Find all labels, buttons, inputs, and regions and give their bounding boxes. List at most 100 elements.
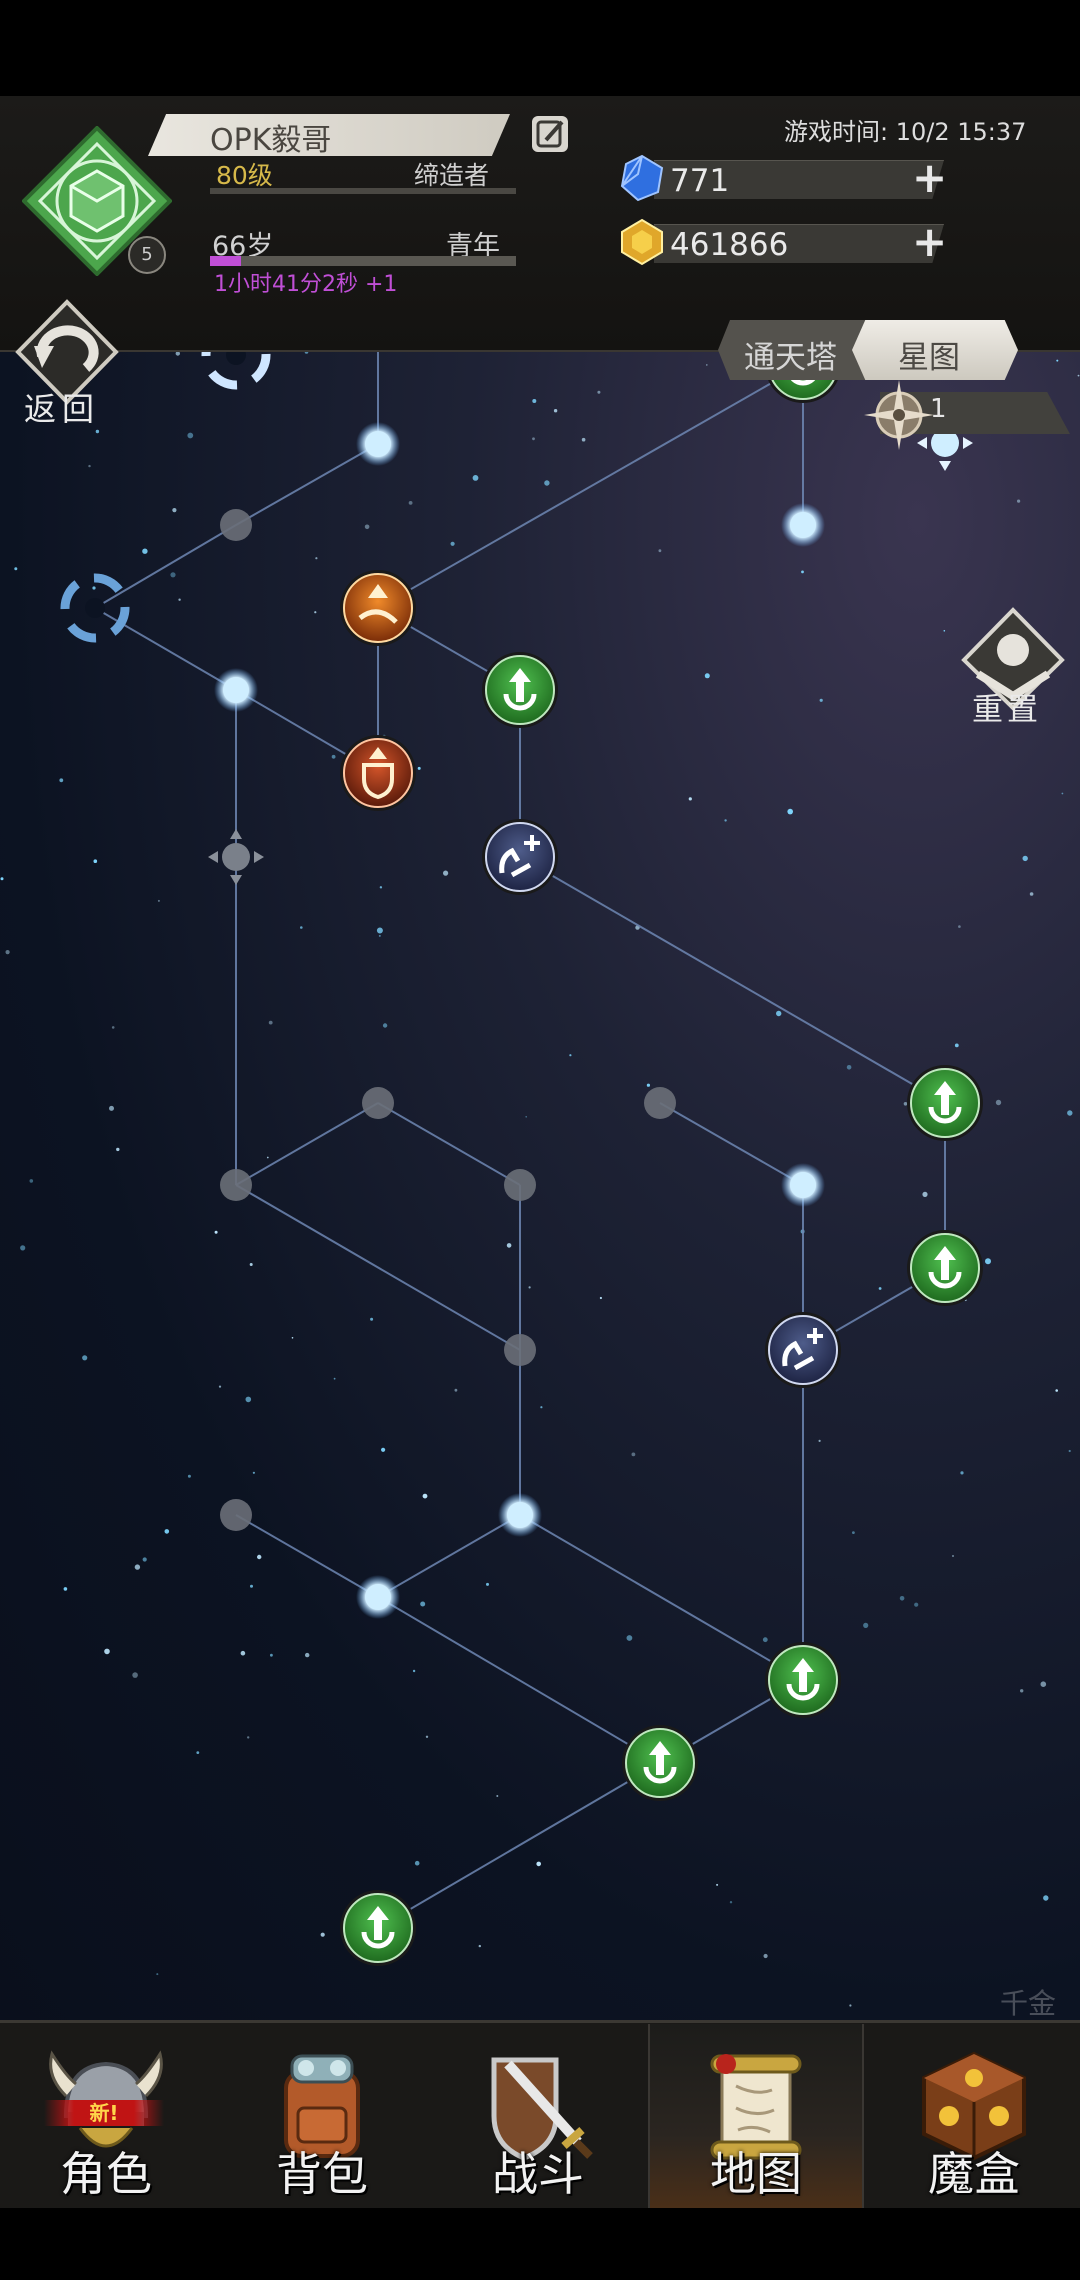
star-map-canvas bbox=[0, 352, 1080, 2007]
locked-star-node[interactable] bbox=[504, 1169, 536, 1201]
star bbox=[540, 1406, 543, 1409]
star bbox=[305, 1652, 310, 1658]
active-star-node[interactable] bbox=[356, 1575, 400, 1619]
star bbox=[132, 1672, 138, 1678]
star bbox=[863, 1622, 869, 1628]
star bbox=[943, 630, 946, 632]
edit-name-icon[interactable] bbox=[530, 114, 570, 154]
star bbox=[93, 859, 98, 863]
star bbox=[376, 927, 383, 934]
add-gold-button[interactable]: + bbox=[912, 221, 947, 263]
star bbox=[14, 567, 18, 571]
nav-map[interactable]: 地图 bbox=[648, 2024, 864, 2208]
crosshair-node-icon[interactable] bbox=[208, 829, 264, 885]
node-link bbox=[519, 1514, 804, 1681]
star bbox=[704, 673, 710, 679]
locked-star-node[interactable] bbox=[220, 1169, 252, 1201]
star bbox=[270, 1653, 273, 1657]
active-star-node[interactable] bbox=[356, 422, 400, 466]
green-upgrade-node-icon[interactable] bbox=[340, 1890, 416, 1966]
star bbox=[187, 1474, 191, 1478]
nav-backpack-label[interactable]: 背包 bbox=[216, 2138, 428, 2204]
locked-star-node[interactable] bbox=[504, 1334, 536, 1366]
active-star-node[interactable] bbox=[214, 668, 258, 712]
star bbox=[249, 1263, 253, 1266]
locked-star-node[interactable] bbox=[220, 509, 252, 541]
back-label[interactable]: 返回 bbox=[24, 384, 100, 430]
star bbox=[247, 1736, 250, 1739]
node-link bbox=[235, 443, 379, 526]
star bbox=[320, 1932, 325, 1937]
green-upgrade-node-icon[interactable] bbox=[907, 1065, 983, 1141]
star bbox=[331, 754, 336, 759]
star bbox=[20, 1245, 26, 1251]
nav-map-label[interactable]: 地图 bbox=[650, 2138, 862, 2204]
nav-battle[interactable]: 战斗 bbox=[432, 2024, 644, 2208]
nav-role[interactable]: 新! 角色 bbox=[0, 2024, 212, 2208]
green-upgrade-node-icon[interactable] bbox=[907, 1230, 983, 1306]
star bbox=[1017, 499, 1021, 503]
star bbox=[478, 1944, 481, 1948]
star bbox=[95, 429, 100, 434]
fire-upgrade-node-icon[interactable] bbox=[340, 570, 416, 646]
star bbox=[178, 598, 181, 601]
star bbox=[787, 808, 793, 815]
star-map bbox=[0, 352, 1080, 2020]
star bbox=[1068, 1449, 1071, 1453]
active-star-node[interactable] bbox=[781, 503, 825, 547]
tab-star-map-label[interactable]: 星图 bbox=[898, 332, 960, 377]
active-star-node[interactable] bbox=[781, 1163, 825, 1207]
star bbox=[111, 1026, 115, 1029]
tab-tower-label[interactable]: 通天塔 bbox=[744, 332, 837, 377]
nav-role-label[interactable]: 角色 bbox=[0, 2138, 212, 2204]
new-badge: 新! bbox=[44, 2100, 164, 2126]
star bbox=[776, 1010, 782, 1017]
heal-hand-node-icon[interactable] bbox=[765, 1312, 841, 1388]
star bbox=[381, 1447, 386, 1452]
age-progress-track bbox=[210, 256, 516, 266]
star bbox=[1056, 359, 1059, 362]
star bbox=[688, 797, 692, 801]
node-link bbox=[235, 1184, 521, 1351]
star bbox=[952, 1555, 954, 1557]
watermark: 千金 bbox=[1000, 1987, 1057, 2020]
nav-magic-box[interactable]: 魔盒 bbox=[868, 2024, 1080, 2208]
star bbox=[0, 877, 4, 881]
green-upgrade-node-icon[interactable] bbox=[765, 1642, 841, 1718]
star bbox=[763, 1953, 768, 1959]
green-upgrade-node-icon[interactable] bbox=[622, 1725, 698, 1801]
star bbox=[729, 1901, 733, 1904]
star bbox=[597, 390, 601, 394]
gems-resource: 771 + bbox=[620, 154, 947, 202]
star bbox=[218, 1385, 222, 1388]
add-gems-button[interactable]: + bbox=[912, 157, 947, 199]
locked-star-node[interactable] bbox=[220, 1499, 252, 1531]
star bbox=[443, 870, 449, 876]
star bbox=[1077, 374, 1080, 377]
star bbox=[762, 1637, 768, 1643]
locked-star-node[interactable] bbox=[644, 1087, 676, 1119]
star bbox=[716, 1883, 719, 1886]
star bbox=[104, 1648, 110, 1655]
nav-backpack[interactable]: 背包 bbox=[216, 2024, 428, 2208]
heal-hand-node-icon[interactable] bbox=[482, 819, 558, 895]
star bbox=[315, 557, 318, 560]
star bbox=[291, 1337, 294, 1339]
player-level: 80级 bbox=[216, 161, 273, 190]
shield-upgrade-node-icon[interactable] bbox=[340, 735, 416, 811]
star bbox=[1043, 1895, 1049, 1901]
star bbox=[92, 586, 96, 590]
star bbox=[852, 1531, 855, 1534]
nav-battle-label[interactable]: 战斗 bbox=[432, 2138, 644, 2204]
vortex-node-icon[interactable] bbox=[201, 352, 271, 390]
locked-star-node[interactable] bbox=[362, 1087, 394, 1119]
star bbox=[922, 1191, 928, 1197]
star bbox=[658, 549, 662, 553]
green-upgrade-node-icon[interactable] bbox=[482, 652, 558, 728]
star bbox=[954, 1043, 959, 1048]
active-star-node[interactable] bbox=[498, 1493, 542, 1537]
nav-magic-box-label[interactable]: 魔盒 bbox=[868, 2138, 1080, 2204]
gold-value: 461866 bbox=[670, 227, 789, 263]
star bbox=[252, 1471, 255, 1474]
reset-label[interactable]: 重置 bbox=[972, 684, 1042, 729]
